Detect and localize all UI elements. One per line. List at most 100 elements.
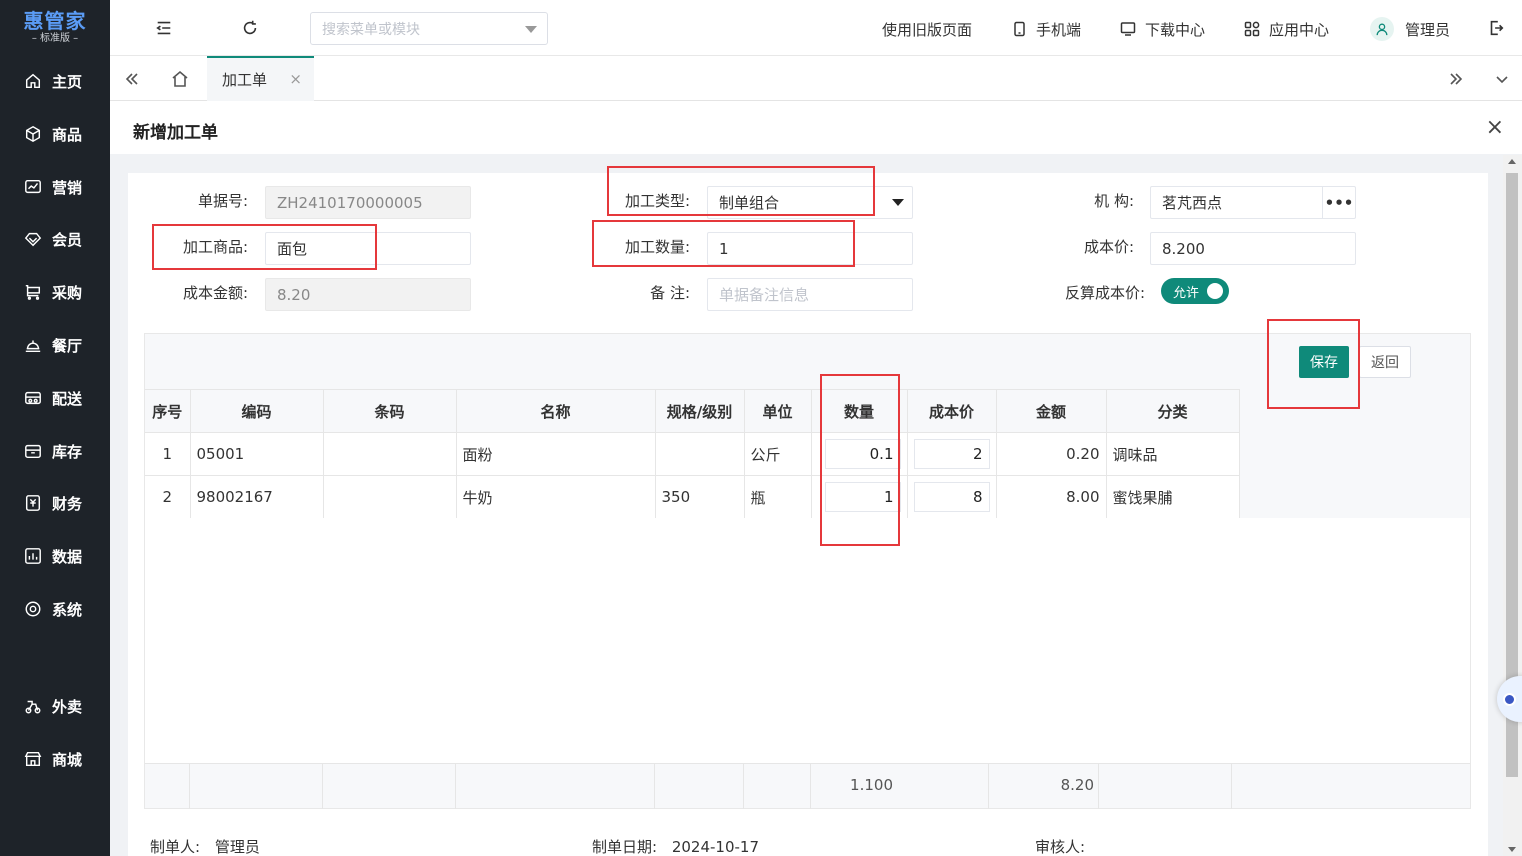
back-button[interactable]: 返回 — [1359, 346, 1411, 378]
row-no: 2 — [145, 475, 191, 519]
sidebar-item-restaurant[interactable]: 餐厅 — [0, 330, 110, 360]
refresh-icon — [243, 20, 257, 35]
brand-edition: – 标准版 – — [31, 33, 79, 44]
row-name: 面粉 — [456, 432, 656, 476]
mobile-label: 手机端 — [1036, 20, 1082, 39]
double-chevron-left-icon — [125, 72, 138, 85]
row-code: 05001 — [190, 432, 324, 476]
row-no: 1 — [145, 432, 191, 476]
sidebar-item-members[interactable]: 会员 — [0, 224, 110, 254]
qty-total: 1.100 — [850, 776, 893, 794]
price-input[interactable]: 2 — [913, 439, 990, 469]
sidebar-item-inventory[interactable]: 库存 — [0, 436, 110, 466]
scroll-up-icon[interactable] — [1508, 159, 1516, 164]
sidebar-item-data[interactable]: 数据 — [0, 541, 110, 571]
highlight-box — [820, 374, 900, 546]
sidebar-item-delivery[interactable]: 配送 — [0, 383, 110, 413]
row-barcode — [323, 432, 457, 476]
sidebar-item-finance[interactable]: 财务 — [0, 488, 110, 518]
auditor-info: 审核人: — [1035, 836, 1085, 856]
sidebar-item-takeout[interactable]: 外卖 — [0, 691, 110, 721]
finance-icon — [25, 495, 41, 511]
sidebar-item-label: 数据 — [52, 547, 83, 566]
chevron-down-icon — [525, 26, 537, 33]
tab-menu-button[interactable] — [1482, 56, 1522, 101]
tab-close-icon[interactable]: × — [289, 70, 302, 88]
chart-icon — [25, 179, 41, 194]
app-center-link[interactable]: 应用中心 — [1244, 18, 1329, 40]
remark-field[interactable]: 单据备注信息 — [707, 278, 913, 311]
summary-cell — [145, 764, 190, 809]
date-info: 制单日期: 2024-10-17 — [592, 836, 759, 856]
sidebar-item-mall[interactable]: 商城 — [0, 744, 110, 774]
table-row[interactable]: 1 05001 面粉 公斤 0.1 2 0.20 调味品 — [145, 432, 1240, 476]
sidebar-item-label: 营销 — [52, 178, 83, 197]
store-icon — [24, 751, 42, 767]
grid-empty-area — [145, 518, 1470, 763]
form-card: 单据号: ZH2410170000005 加工类型: 制单组合 机 构: 茗芃西… — [128, 166, 1488, 856]
more-icon[interactable]: ••• — [1322, 187, 1355, 218]
row-amount: 8.00 — [996, 475, 1107, 519]
highlight-box — [1267, 319, 1360, 409]
chevron-down-icon — [892, 199, 904, 206]
user-menu[interactable]: 管理员 — [1370, 17, 1450, 41]
diamond-icon — [24, 232, 42, 247]
close-icon[interactable]: × — [1486, 115, 1504, 140]
summary-cell — [1099, 764, 1232, 809]
price-input[interactable]: 8 — [913, 482, 990, 512]
download-center-link[interactable]: 下载中心 — [1120, 18, 1205, 40]
truck-icon — [25, 391, 41, 405]
tab-scroll-left-button[interactable] — [110, 56, 154, 101]
scroll-down-icon[interactable] — [1508, 847, 1516, 852]
cost-amount-field: 8.20 — [265, 278, 471, 311]
creator-value: 管理员 — [214, 838, 260, 856]
row-category: 蜜饯果脯 — [1106, 475, 1240, 519]
refresh-button[interactable] — [238, 16, 262, 40]
col-header: 条码 — [323, 389, 457, 433]
row-name: 牛奶 — [456, 475, 656, 519]
summary-cell — [744, 764, 811, 809]
sidebar-item-goods[interactable]: 商品 — [0, 119, 110, 149]
org-field[interactable]: 茗芃西点 ••• — [1150, 186, 1356, 219]
highlight-box — [152, 224, 377, 270]
tab-home[interactable] — [162, 56, 198, 101]
cart-icon — [25, 284, 41, 300]
avatar — [1370, 17, 1394, 41]
menu-fold-icon — [156, 21, 171, 35]
grid-summary-row: 1.100 8.20 — [145, 763, 1470, 809]
tab-scroll-right-button[interactable] — [1436, 56, 1476, 101]
auditor-label: 审核人: — [1035, 838, 1086, 856]
date-label: 制单日期: — [592, 838, 658, 856]
page-title: 新增加工单 — [133, 123, 218, 143]
mobile-link[interactable]: 手机端 — [1011, 18, 1081, 40]
download-label: 下载中心 — [1145, 20, 1206, 39]
doc-no-label: 单据号: — [197, 192, 248, 210]
sidebar-item-system[interactable]: 系统 — [0, 594, 110, 624]
items-table: 序号 编码 条码 名称 规格/级别 单位 数量 成本价 金额 分类 1 0500… — [145, 389, 1240, 519]
inventory-icon — [25, 444, 41, 459]
tab-processing-order[interactable]: 加工单 × — [207, 56, 314, 101]
box-icon — [25, 125, 41, 143]
sidebar-item-label: 财务 — [52, 494, 83, 513]
vertical-scrollbar[interactable] — [1503, 155, 1522, 856]
collapse-menu-button[interactable] — [152, 16, 176, 40]
summary-cell — [190, 764, 323, 809]
cost-price-field[interactable]: 8.200 — [1150, 232, 1356, 265]
sidebar-item-purchase[interactable]: 采购 — [0, 277, 110, 307]
highlight-box — [607, 166, 875, 216]
sidebar-item-label: 餐厅 — [52, 336, 83, 355]
cost-price-label: 成本价: — [1083, 238, 1134, 256]
old-page-link[interactable]: 使用旧版页面 — [882, 18, 972, 40]
search-input[interactable]: 搜索菜单或模块 — [310, 12, 548, 45]
table-row[interactable]: 2 98002167 牛奶 350 瓶 1 8 8.00 蜜饯果脯 — [145, 475, 1240, 519]
recalc-toggle[interactable]: 允许 — [1161, 278, 1229, 304]
col-header: 分类 — [1106, 389, 1240, 433]
logout-button[interactable] — [1484, 16, 1508, 40]
col-header: 成本价 — [907, 389, 997, 433]
row-price-cell: 2 — [907, 432, 997, 476]
sidebar-item-label: 库存 — [52, 442, 83, 461]
sidebar-item-marketing[interactable]: 营销 — [0, 172, 110, 202]
col-header: 编码 — [190, 389, 324, 433]
doc-no-field: ZH2410170000005 — [265, 186, 471, 219]
sidebar-item-home[interactable]: 主页 — [0, 66, 110, 96]
